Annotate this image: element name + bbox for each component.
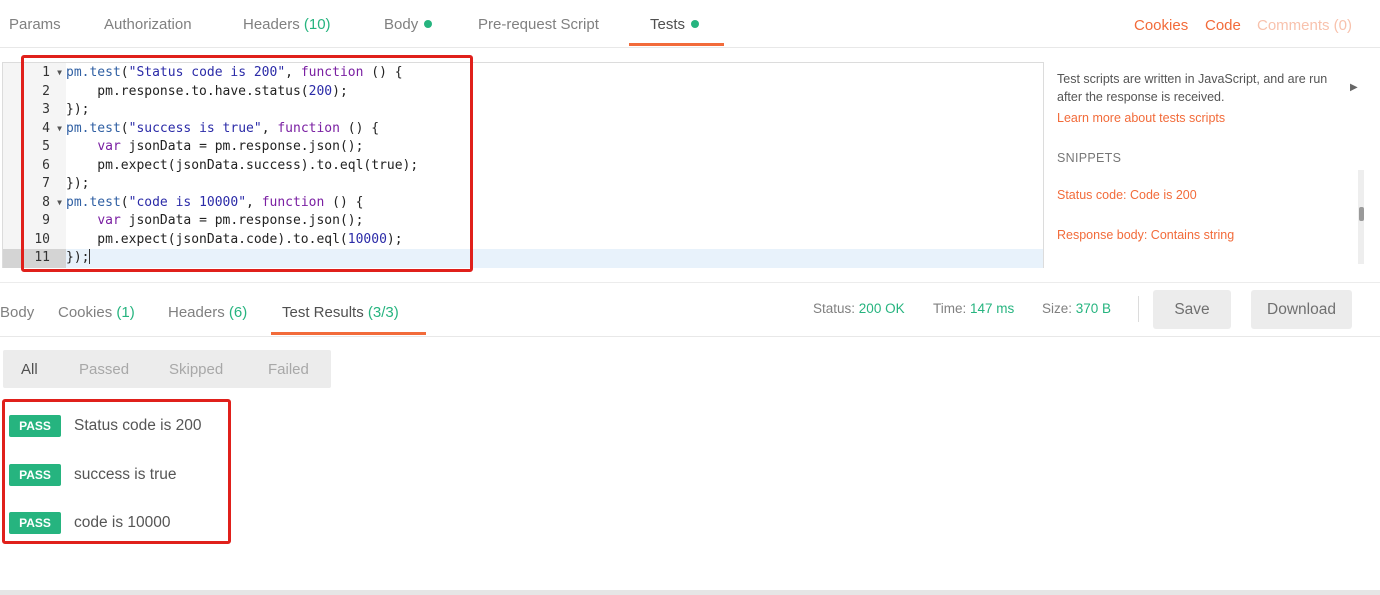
code-highlight-box (21, 55, 473, 272)
tab-authorization-label: Authorization (104, 16, 192, 33)
tab-pre-request-label: Pre-request Script (478, 16, 599, 33)
tests-description: Test scripts are written in JavaScript, … (1057, 72, 1328, 104)
tab-headers-label: Headers (243, 16, 300, 33)
cookies-link[interactable]: Cookies (1134, 17, 1188, 34)
tests-modified-dot-icon (691, 20, 700, 28)
response-tab-cookies[interactable]: Cookies (1) (58, 304, 135, 321)
section-divider (0, 282, 1380, 283)
tab-pre-request-script[interactable]: Pre-request Script (478, 16, 599, 33)
meta-separator (1138, 296, 1139, 322)
snippets-scroll-thumb[interactable] (1359, 207, 1364, 221)
tab-tests[interactable]: Tests (650, 16, 700, 33)
filter-all[interactable]: All (21, 361, 38, 378)
tab-tests-label: Tests (650, 16, 686, 33)
tab-authorization[interactable]: Authorization (104, 16, 192, 33)
filter-skipped[interactable]: Skipped (169, 361, 223, 378)
active-tab-underline (629, 43, 724, 46)
tab-headers[interactable]: Headers (10) (243, 16, 331, 33)
request-tabs-bar: Params Authorization Headers (10) Body P… (0, 0, 1380, 48)
body-modified-dot-icon (424, 20, 433, 28)
learn-more-link[interactable]: Learn more about tests scripts (1057, 111, 1225, 125)
response-tabs-divider (0, 336, 1380, 337)
collapse-panel-icon[interactable]: ▶ (1350, 82, 1358, 93)
save-response-button[interactable]: Save (1153, 290, 1231, 329)
results-highlight-box (2, 399, 231, 544)
tab-body-label: Body (384, 16, 419, 33)
tab-params-label: Params (9, 16, 61, 33)
response-tab-body[interactable]: Body (0, 304, 34, 321)
time-readout: Time: 147 ms (933, 301, 1015, 316)
active-response-tab-underline (271, 332, 426, 335)
download-response-button[interactable]: Download (1251, 290, 1352, 329)
tab-headers-count: (10) (303, 16, 331, 33)
tab-params[interactable]: Params (9, 16, 61, 33)
snippet-status-code[interactable]: Status code: Code is 200 (1057, 188, 1197, 202)
comments-link[interactable]: Comments (0) (1257, 17, 1352, 34)
filter-failed[interactable]: Failed (268, 361, 309, 378)
tab-body[interactable]: Body (384, 16, 433, 33)
response-tab-test-results[interactable]: Test Results (3/3) (282, 304, 399, 321)
results-filter-bar: All Passed Skipped Failed (3, 350, 331, 388)
size-readout: Size: 370 B (1042, 301, 1112, 316)
bottom-border (0, 590, 1380, 595)
code-link[interactable]: Code (1205, 17, 1241, 34)
snippet-response-body[interactable]: Response body: Contains string (1057, 228, 1234, 242)
filter-passed[interactable]: Passed (79, 361, 129, 378)
status-readout: Status: 200 OK (813, 301, 905, 316)
snippets-heading: SNIPPETS (1057, 151, 1122, 165)
response-tab-headers[interactable]: Headers (6) (168, 304, 247, 321)
